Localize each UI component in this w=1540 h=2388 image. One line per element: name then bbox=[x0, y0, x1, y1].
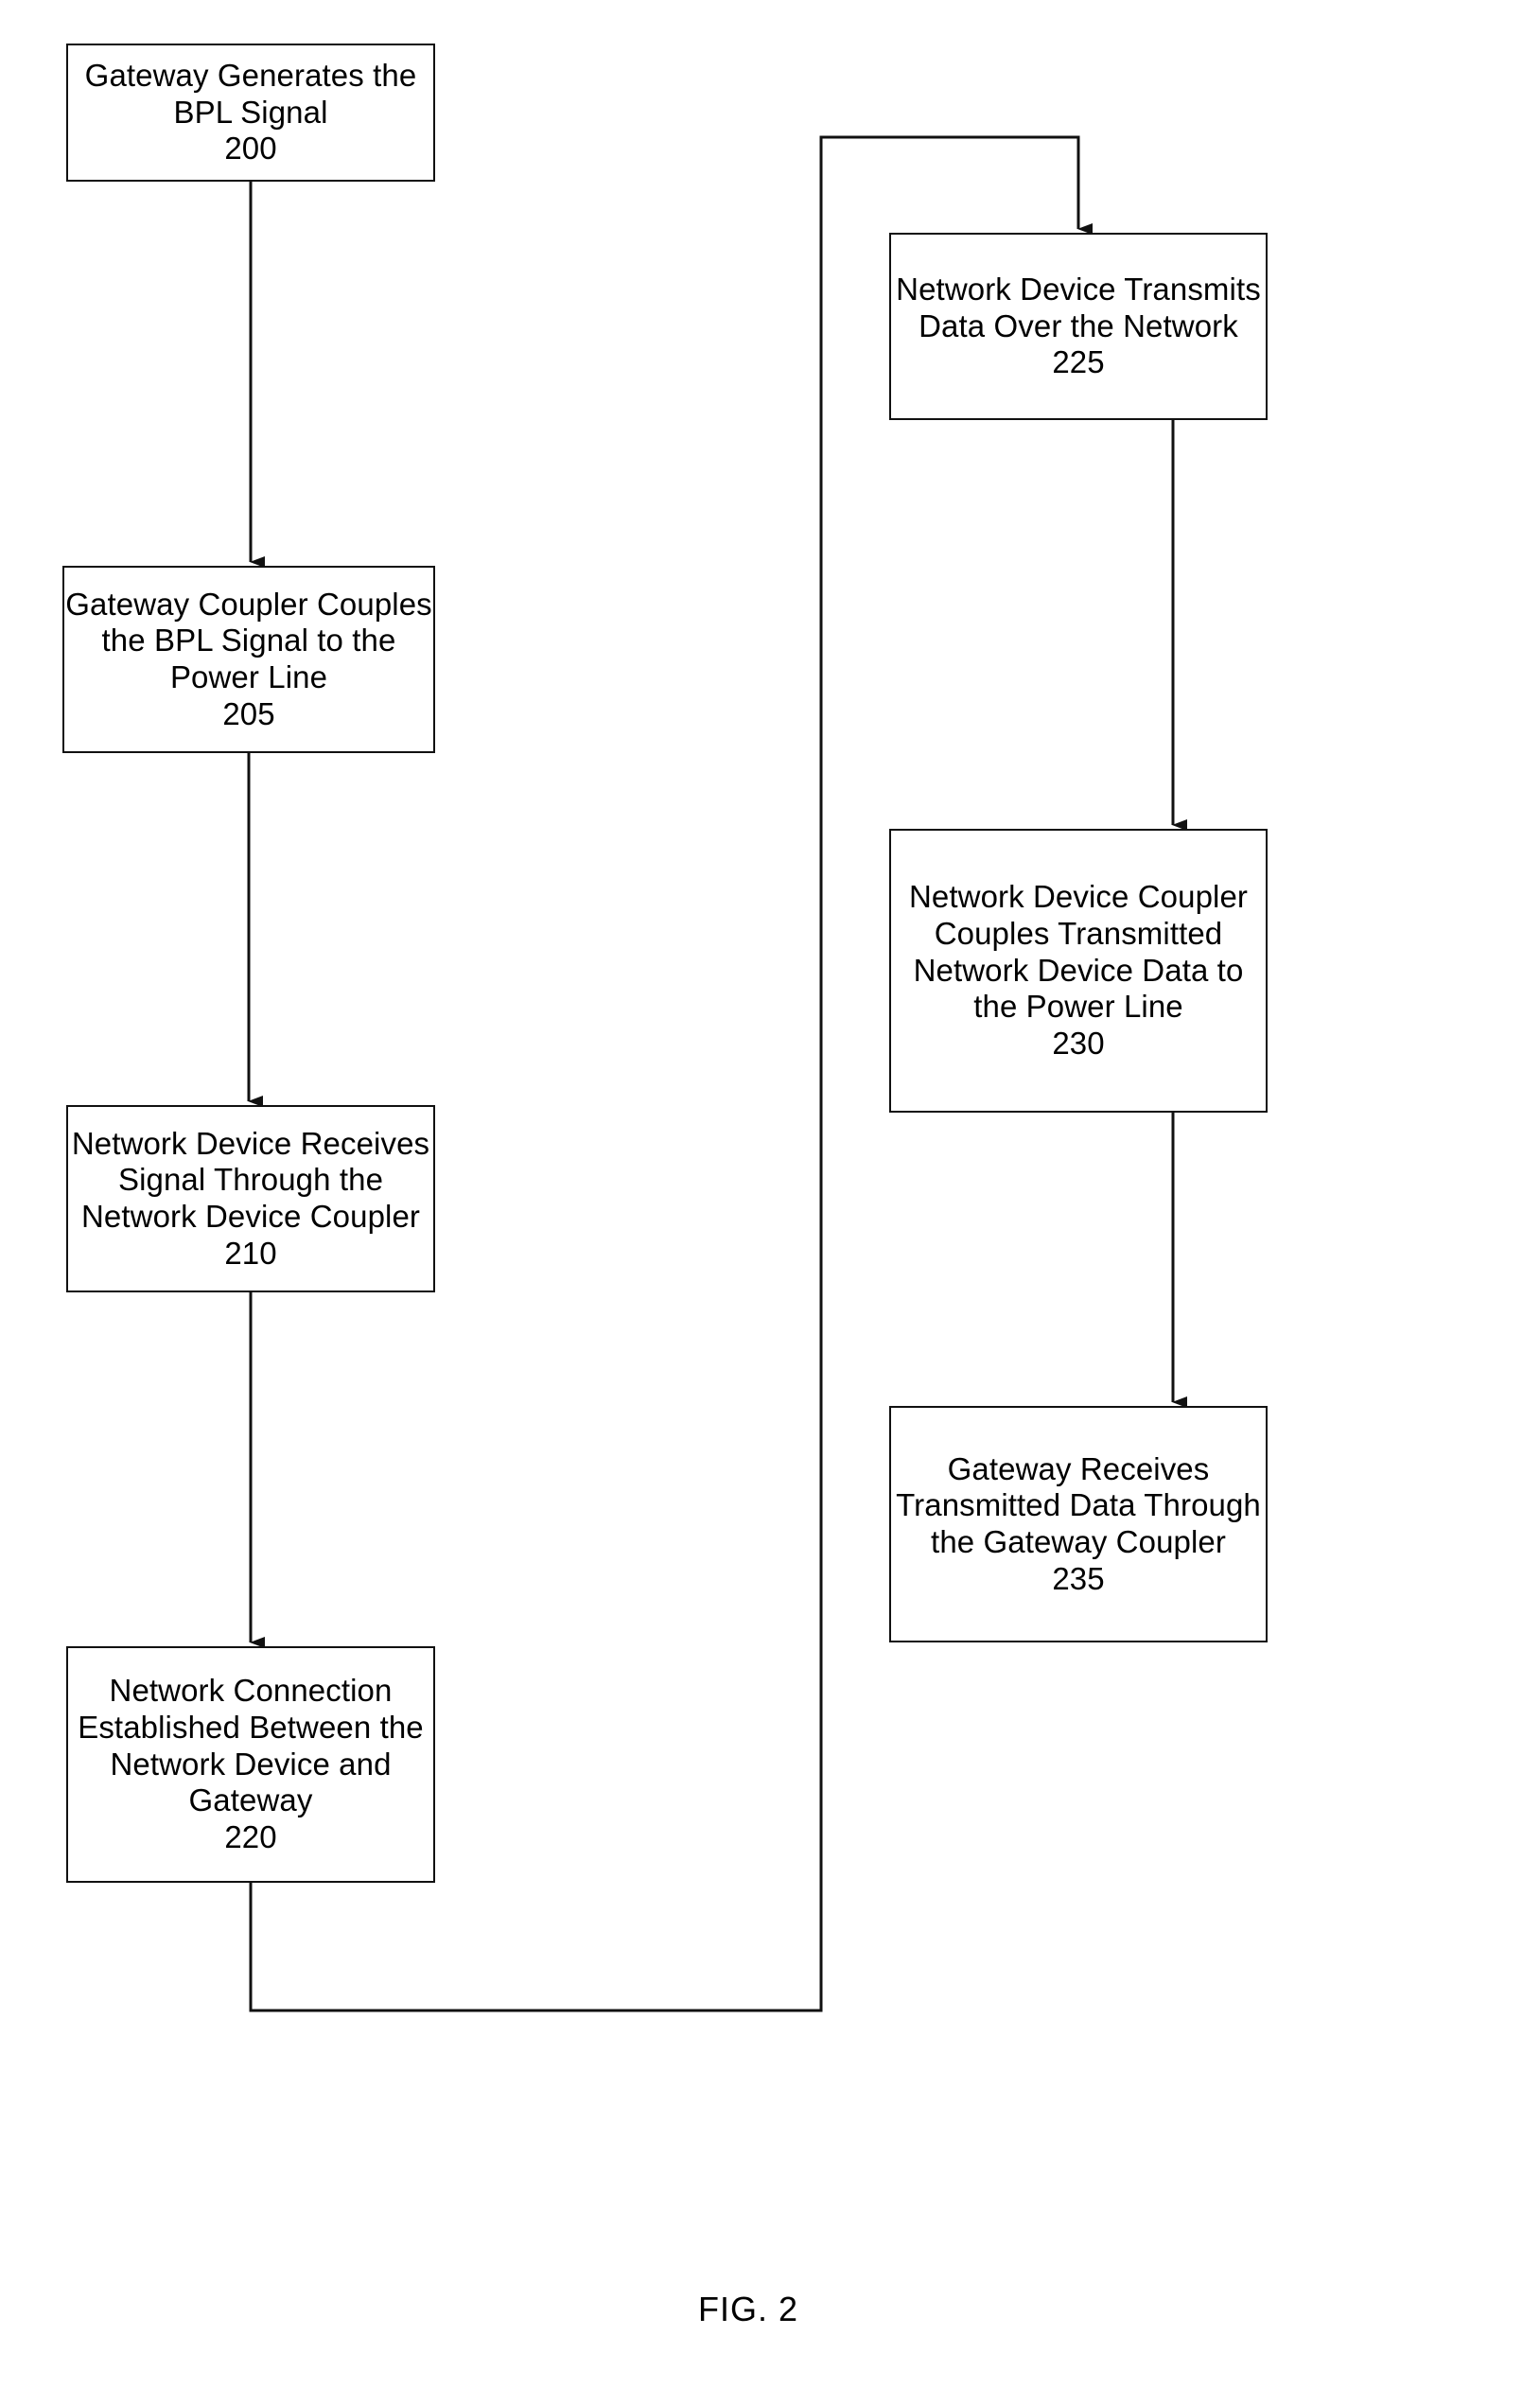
node-205-ref: 205 bbox=[222, 695, 275, 731]
flow-node-225: Network Device Transmits Data Over the N… bbox=[889, 233, 1268, 420]
node-235-line-1: Gateway Receives bbox=[947, 1450, 1210, 1486]
node-205-line-2: the BPL Signal to the bbox=[101, 623, 396, 658]
node-220-line-2: Established Between the bbox=[78, 1710, 424, 1746]
flow-node-220: Network Connection Established Between t… bbox=[66, 1646, 435, 1883]
node-230-line-3: Network Device Data to bbox=[913, 952, 1244, 988]
node-200-line-2: BPL Signal bbox=[173, 94, 328, 130]
node-210-line-3: Network Device Coupler bbox=[81, 1199, 420, 1234]
node-230-ref: 230 bbox=[1052, 1025, 1105, 1061]
node-235-line-3: the Gateway Coupler bbox=[931, 1524, 1226, 1559]
node-205-line-3: Power Line bbox=[169, 659, 328, 694]
node-210-ref: 210 bbox=[224, 1235, 277, 1271]
flow-node-200: Gateway Generates the BPL Signal 200 bbox=[66, 44, 435, 182]
node-230-line-1: Network Device Coupler bbox=[909, 879, 1248, 915]
node-220-line-4: Gateway bbox=[188, 1782, 313, 1818]
flow-node-205: Gateway Coupler Couples the BPL Signal t… bbox=[62, 566, 435, 753]
node-205-line-1: Gateway Coupler Couples bbox=[65, 586, 432, 622]
node-220-ref: 220 bbox=[224, 1818, 277, 1854]
node-210-line-2: Signal Through the bbox=[117, 1162, 384, 1198]
flow-node-235: Gateway Receives Transmitted Data Throug… bbox=[889, 1406, 1268, 1642]
node-230-line-4: the Power Line bbox=[973, 989, 1183, 1025]
node-235-ref: 235 bbox=[1052, 1560, 1105, 1596]
node-210-line-1: Network Device Receives bbox=[71, 1125, 430, 1161]
node-220-line-3: Network Device and bbox=[110, 1746, 392, 1782]
node-230-line-2: Couples Transmitted bbox=[934, 916, 1223, 952]
flow-node-230: Network Device Coupler Couples Transmitt… bbox=[889, 829, 1268, 1113]
node-200-line-1: Gateway Generates the bbox=[84, 58, 417, 94]
node-220-line-1: Network Connection bbox=[109, 1673, 393, 1709]
figure-canvas: Gateway Generates the BPL Signal 200 Gat… bbox=[0, 0, 1540, 2388]
node-200-ref: 200 bbox=[224, 131, 277, 167]
node-225-ref: 225 bbox=[1052, 344, 1105, 380]
node-235-line-2: Transmitted Data Through bbox=[896, 1487, 1261, 1523]
node-225-line-2: Data Over the Network bbox=[919, 307, 1238, 343]
node-225-line-1: Network Device Transmits bbox=[896, 272, 1261, 307]
flow-node-210: Network Device Receives Signal Through t… bbox=[66, 1105, 435, 1292]
figure-caption: FIG. 2 bbox=[698, 2290, 799, 2328]
